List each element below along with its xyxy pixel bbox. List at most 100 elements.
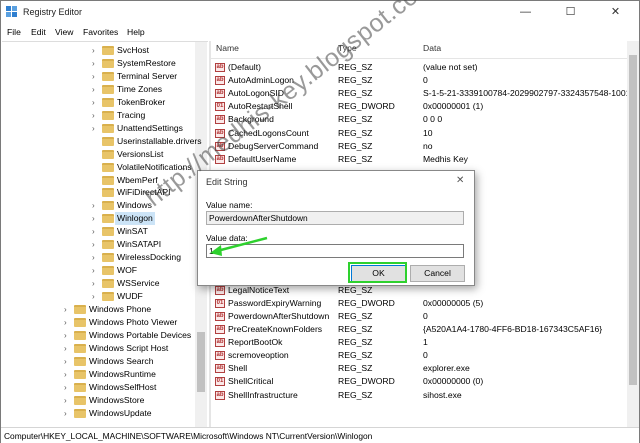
folder-icon (102, 214, 114, 224)
value-name: (Default) (228, 62, 261, 72)
value-row[interactable]: ab Shell REG_SZ explorer.exe (211, 362, 631, 375)
binary-value-icon: 01 (215, 102, 225, 112)
value-type: REG_SZ (338, 389, 373, 400)
values-scrollbar[interactable] (627, 41, 639, 427)
values-scroll-thumb[interactable] (629, 55, 637, 385)
value-row[interactable]: 01 PasswordExpiryWarning REG_DWORD 0x000000… (211, 297, 631, 310)
chevron-right-icon[interactable]: › (64, 342, 74, 355)
value-data: no (423, 140, 433, 151)
chevron-right-icon[interactable]: › (64, 355, 74, 368)
value-type: REG_SZ (338, 127, 373, 138)
value-data: 1 (423, 337, 428, 348)
string-value-icon: ab (215, 338, 225, 348)
value-row[interactable]: ab ReportBootOk REG_SZ 1 (211, 336, 631, 349)
value-row[interactable]: ab DebugServerCommand REG_SZ no (211, 140, 631, 153)
string-value-icon: ab (215, 285, 225, 295)
menu-view[interactable]: View (55, 27, 73, 37)
value-data: 0x00000005 (5) (423, 297, 484, 308)
chevron-right-icon[interactable]: › (92, 212, 102, 225)
cancel-button[interactable]: Cancel (410, 265, 465, 282)
value-row[interactable]: ab (Default) REG_SZ (value not set) (211, 61, 631, 74)
string-value-icon: ab (215, 325, 225, 334)
chevron-right-icon[interactable]: › (92, 264, 102, 277)
chevron-right-icon[interactable]: › (92, 96, 102, 109)
window-title: Registry Editor (23, 7, 83, 17)
value-name: ShellCritical (228, 376, 274, 387)
column-header-name[interactable]: Name (216, 43, 239, 57)
menu-help[interactable]: Help (127, 27, 145, 37)
chevron-right-icon[interactable]: › (64, 329, 74, 342)
chevron-right-icon[interactable]: › (64, 381, 74, 394)
tree-item-label: TokenBroker (117, 96, 166, 107)
value-row[interactable]: ab CachedLogonsCount REG_SZ 10 (211, 127, 631, 140)
chevron-right-icon[interactable]: › (92, 290, 102, 303)
value-type: REG_SZ (338, 140, 373, 151)
folder-icon (102, 227, 114, 237)
menu-favorites[interactable]: Favorites (83, 27, 118, 37)
chevron-right-icon[interactable]: › (92, 277, 102, 290)
tree-item-label: WinSAT (117, 226, 148, 237)
chevron-right-icon[interactable]: › (92, 238, 102, 251)
status-bar: Computer\HKEY_LOCAL_MACHINE\SOFTWARE\Mic… (1, 427, 639, 443)
minimize-button[interactable]: — (503, 1, 548, 23)
chevron-right-icon[interactable]: › (64, 368, 74, 381)
chevron-right-icon[interactable]: › (92, 199, 102, 212)
chevron-right-icon[interactable]: › (92, 70, 102, 83)
string-value-icon: ab (215, 390, 225, 400)
value-type: REG_SZ (338, 114, 373, 125)
value-row[interactable]: 01 ShellCritical REG_DWORD 0x00000000 (0) (211, 375, 631, 388)
chevron-right-icon[interactable]: › (92, 109, 102, 122)
close-button[interactable]: ✕ (593, 1, 638, 23)
folder-icon (102, 266, 114, 276)
tree-scroll-thumb[interactable] (197, 332, 205, 392)
dialog-close-icon[interactable]: ✕ (456, 175, 464, 186)
menu-edit[interactable]: Edit (31, 27, 46, 37)
folder-icon (102, 279, 114, 289)
registry-path: Computer\HKEY_LOCAL_MACHINE\SOFTWARE\Mic… (4, 431, 373, 441)
chevron-right-icon[interactable]: › (92, 251, 102, 264)
value-name: Shell (228, 363, 248, 374)
value-type: REG_SZ (338, 337, 373, 348)
tree-item-label: Windows Phone (89, 304, 152, 314)
value-name-label: Value name: (206, 200, 253, 210)
tree-item-label: WOF (117, 265, 138, 276)
chevron-right-icon[interactable]: › (92, 44, 102, 57)
tree-item-label: Userinstallable.drivers (117, 135, 202, 146)
folder-icon (74, 369, 86, 379)
tree-item-label: Windows Search (89, 355, 154, 366)
chevron-right-icon[interactable]: › (64, 394, 74, 407)
value-row[interactable]: ab scremoveoption REG_SZ 0 (211, 349, 631, 362)
value-row[interactable]: ab DefaultUserName REG_SZ Medhis Key (211, 153, 631, 166)
value-row[interactable]: ab ShellInfrastructure REG_SZ sihost.exe (211, 389, 631, 402)
value-name: PasswordExpiryWarning (228, 297, 322, 308)
chevron-right-icon[interactable]: › (92, 57, 102, 70)
tree-item-label: WirelessDocking (117, 252, 181, 263)
folder-icon (102, 58, 114, 68)
tree-item-label: SystemRestore (117, 57, 176, 68)
chevron-right-icon[interactable]: › (92, 83, 102, 96)
column-header-data[interactable]: Data (423, 43, 441, 57)
chevron-right-icon[interactable]: › (64, 316, 74, 329)
menu-file[interactable]: File (7, 27, 21, 37)
folder-icon (74, 330, 86, 340)
value-row[interactable]: ab PowerdownAfterShutdown REG_SZ 0 (211, 310, 631, 323)
value-data: 0 (423, 310, 428, 321)
registry-tree[interactable]: › SvcHost › SystemRestore › Terminal Server › T… (2, 41, 208, 427)
binary-value-icon: 01 (215, 377, 225, 387)
folder-icon (102, 162, 114, 172)
value-row[interactable]: ab PreCreateKnownFolders REG_SZ {A520A1A4-1… (211, 323, 631, 336)
menu-bar: File Edit View Favorites Help (1, 23, 639, 41)
chevron-right-icon[interactable]: › (64, 407, 74, 420)
tree-item-label: Winlogon (115, 212, 155, 226)
string-value-icon: ab (215, 76, 225, 86)
folder-icon (102, 201, 114, 211)
chevron-right-icon[interactable]: › (92, 225, 102, 238)
chevron-right-icon[interactable]: › (92, 122, 102, 135)
chevron-right-icon[interactable]: › (64, 303, 74, 316)
folder-icon (102, 110, 114, 120)
tree-item-label: Tracing (117, 109, 146, 120)
tree-item-label: UnattendSettings (117, 122, 183, 133)
maximize-button[interactable]: ☐ (548, 1, 593, 23)
value-type: REG_SZ (338, 310, 373, 321)
tree-item-label: WindowsSelfHost (89, 381, 157, 392)
